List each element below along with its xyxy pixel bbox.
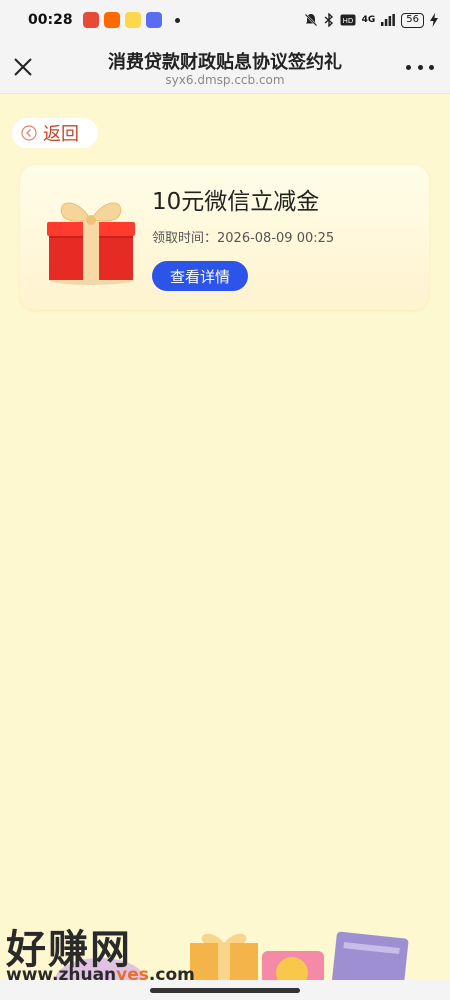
reward-card: 10元微信立减金 领取时间：2026-08-09 00:25 查看详情 <box>20 165 429 310</box>
page-title: 消费贷款财政贴息协议签约礼 <box>108 52 342 73</box>
page-url: syx6.dmsp.ccb.com <box>165 73 285 87</box>
status-bar: 00:28 HD 4G 56 <box>0 0 450 40</box>
back-arrow-icon <box>21 125 37 141</box>
svg-text:HD: HD <box>342 17 353 25</box>
more-notifications-icon <box>174 17 180 23</box>
charging-icon <box>430 13 438 27</box>
reward-title: 10元微信立减金 <box>152 189 320 215</box>
dot-icon <box>406 64 411 70</box>
close-button[interactable] <box>10 54 36 80</box>
home-indicator[interactable] <box>150 988 300 993</box>
close-icon <box>14 58 32 76</box>
dot-icon <box>429 64 434 70</box>
browser-title-bar: 消费贷款财政贴息协议签约礼 syx6.dmsp.ccb.com <box>0 40 450 94</box>
hd-icon: HD <box>340 14 356 26</box>
dot-icon <box>417 64 423 70</box>
notification-icons <box>82 12 180 28</box>
claim-time-value: 2026-08-09 00:25 <box>217 231 335 246</box>
view-details-button[interactable]: 查看详情 <box>152 261 248 291</box>
gift-box-icon <box>47 202 135 285</box>
app-notification-icon <box>82 12 99 28</box>
taobao-icon <box>103 12 120 28</box>
app-notification-icon <box>145 12 162 28</box>
back-button-label: 返回 <box>43 124 79 145</box>
signal-icon <box>381 14 396 26</box>
mute-icon <box>303 13 318 27</box>
app-notification-icon <box>124 12 141 28</box>
bluetooth-icon <box>324 13 333 27</box>
network-type: 4G <box>361 15 376 25</box>
back-button[interactable]: 返回 <box>12 118 98 148</box>
battery-level: 56 <box>401 12 424 28</box>
claim-time: 领取时间：2026-08-09 00:25 <box>152 227 334 246</box>
status-indicators: HD 4G 56 <box>303 12 438 28</box>
status-time: 00:28 <box>28 12 73 28</box>
more-options-button[interactable] <box>406 56 434 78</box>
claim-time-label: 领取时间： <box>152 231 218 246</box>
